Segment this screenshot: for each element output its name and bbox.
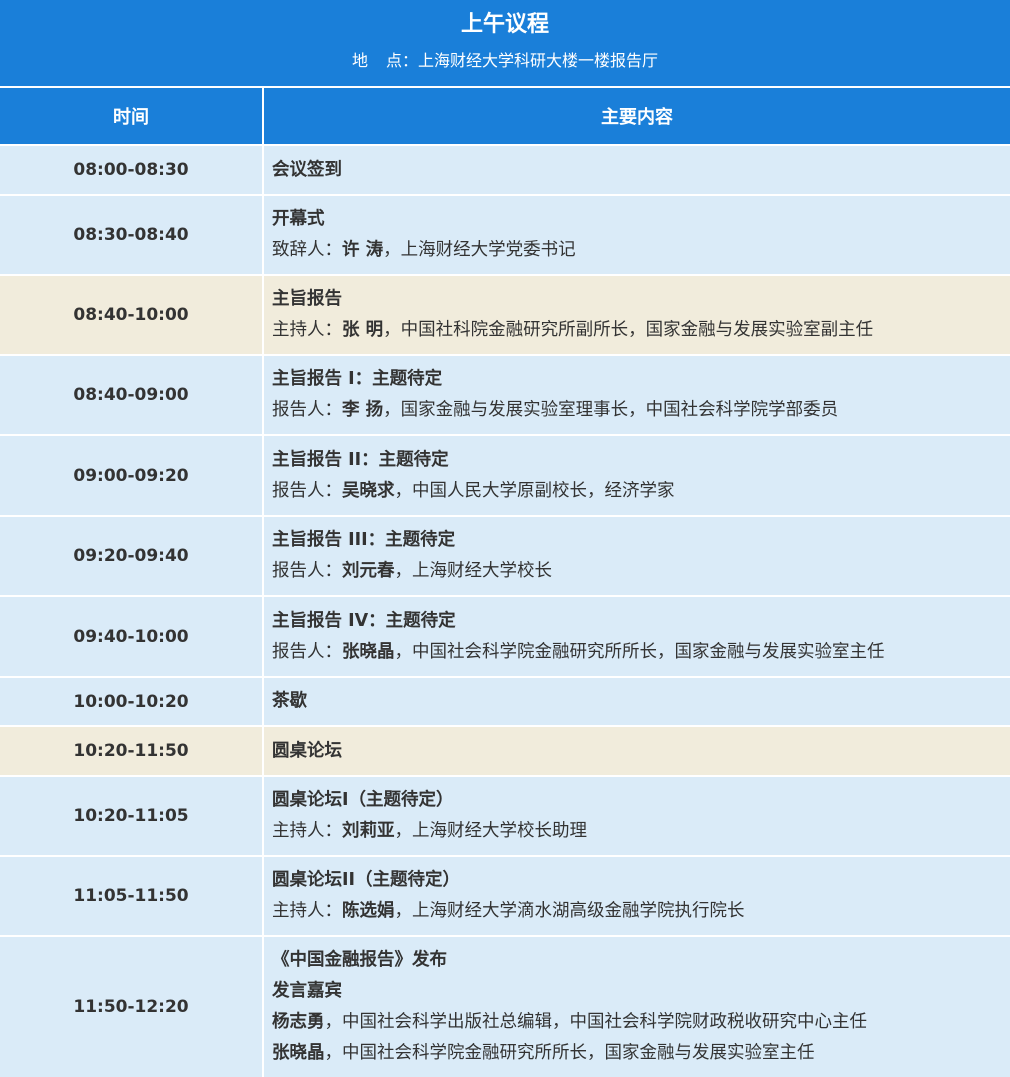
row-content: 主旨报告 主持人：张 明，中国社科院金融研究所副所长，国家金融与发展实验室副主任 [264, 276, 1010, 354]
table-row: 08:40-09:00 主旨报告 I：主题待定 报告人：李 扬，国家金融与发展实… [0, 354, 1010, 434]
person-desc: ，中国社会科学院金融研究所所长，国家金融与发展实验室主任 [324, 1043, 815, 1063]
table-row: 08:00-08:30 会议签到 [0, 144, 1010, 194]
table-row: 09:20-09:40 主旨报告 III：主题待定 报告人：刘元春，上海财经大学… [0, 515, 1010, 595]
column-header-time: 时间 [0, 88, 264, 144]
row-title: 《中国金融报告》发布 [272, 950, 447, 970]
row-content: 圆桌论坛II（主题待定） 主持人：陈选娟，上海财经大学滴水湖高级金融学院执行院长 [264, 857, 1010, 935]
person-name: 许 涛 [342, 240, 384, 260]
venue-value: 上海财经大学科研大楼一楼报告厅 [418, 51, 659, 70]
row-time: 10:20-11:50 [0, 727, 264, 775]
role-label: 主持人： [272, 320, 342, 340]
row-content: 会议签到 [264, 146, 1010, 194]
person-name: 刘莉亚 [342, 821, 395, 841]
row-detail: 主持人：陈选娟，上海财经大学滴水湖高级金融学院执行院长 [272, 896, 1010, 927]
row-content: 《中国金融报告》发布 发言嘉宾 杨志勇，中国社会科学出版社总编辑，中国社会科学院… [264, 937, 1010, 1077]
row-time: 09:00-09:20 [0, 436, 264, 515]
row-title: 会议签到 [272, 159, 342, 180]
role-label: 致辞人： [272, 240, 342, 260]
role-label: 报告人： [272, 480, 342, 501]
table-row: 09:00-09:20 主旨报告 II：主题待定 报告人：吴晓求，中国人民大学原… [0, 434, 1010, 515]
person-desc: ，上海财经大学党委书记 [383, 240, 576, 260]
row-content: 茶歇 [264, 678, 1010, 725]
row-time: 08:40-09:00 [0, 356, 264, 434]
row-detail: 报告人：张晓晶，中国社会科学院金融研究所所长，国家金融与发展实验室主任 [272, 637, 1010, 668]
table-row: 11:05-11:50 圆桌论坛II（主题待定） 主持人：陈选娟，上海财经大学滴… [0, 855, 1010, 935]
venue-label-b: 点： [385, 51, 418, 70]
row-title: 主旨报告 III：主题待定 [272, 530, 456, 550]
row-detail: 报告人：李 扬，国家金融与发展实验室理事长，中国社会科学院学部委员 [272, 395, 1010, 426]
table-row: 10:00-10:20 茶歇 [0, 676, 1010, 725]
row-content: 主旨报告 II：主题待定 报告人：吴晓求，中国人民大学原副校长，经济学家 [264, 436, 1010, 515]
row-detail: 杨志勇，中国社会科学出版社总编辑，中国社会科学院财政税收研究中心主任 [272, 1007, 1010, 1038]
row-subtitle: 发言嘉宾 [272, 981, 342, 1001]
role-label: 主持人： [272, 901, 342, 921]
person-desc: ，中国人民大学原副校长，经济学家 [394, 480, 675, 501]
row-title: 圆桌论坛 [272, 740, 342, 761]
agenda-header: 上午议程 地点：上海财经大学科研大楼一楼报告厅 [0, 0, 1010, 88]
role-label: 主持人： [272, 821, 342, 841]
person-desc: ，上海财经大学滴水湖高级金融学院执行院长 [394, 901, 745, 921]
venue-line: 地点：上海财经大学科研大楼一楼报告厅 [0, 50, 1010, 72]
role-label: 报告人： [272, 641, 342, 662]
row-time: 08:30-08:40 [0, 196, 264, 274]
row-detail: 报告人：吴晓求，中国人民大学原副校长，经济学家 [272, 476, 1010, 507]
role-label: 报告人： [272, 561, 342, 581]
row-time: 11:50-12:20 [0, 937, 264, 1077]
row-time: 08:40-10:00 [0, 276, 264, 354]
person-desc: ，国家金融与发展实验室理事长，中国社会科学院学部委员 [383, 400, 839, 420]
row-title: 圆桌论坛II（主题待定） [272, 870, 461, 890]
row-title: 茶歇 [272, 691, 307, 711]
row-title: 主旨报告 II：主题待定 [272, 449, 449, 470]
venue-label-a: 地 [351, 51, 368, 70]
person-name: 刘元春 [342, 561, 395, 581]
row-content: 圆桌论坛I（主题待定） 主持人：刘莉亚，上海财经大学校长助理 [264, 777, 1010, 855]
role-label: 报告人： [272, 400, 342, 420]
row-detail: 主持人：张 明，中国社科院金融研究所副所长，国家金融与发展实验室副主任 [272, 315, 1010, 346]
row-title: 主旨报告 [272, 289, 342, 309]
row-content: 开幕式 致辞人：许 涛，上海财经大学党委书记 [264, 196, 1010, 274]
row-title: 开幕式 [272, 209, 325, 229]
table-row: 08:40-10:00 主旨报告 主持人：张 明，中国社科院金融研究所副所长，国… [0, 274, 1010, 354]
person-desc: ，中国社科院金融研究所副所长，国家金融与发展实验室副主任 [383, 320, 874, 340]
row-content: 圆桌论坛 [264, 727, 1010, 775]
person-name: 张晓晶 [342, 641, 395, 662]
table-row: 10:20-11:50 圆桌论坛 [0, 725, 1010, 775]
table-row: 09:40-10:00 主旨报告 IV：主题待定 报告人：张晓晶，中国社会科学院… [0, 595, 1010, 676]
person-name: 张 明 [342, 320, 384, 340]
table-row: 08:30-08:40 开幕式 致辞人：许 涛，上海财经大学党委书记 [0, 194, 1010, 274]
row-detail: 张晓晶，中国社会科学院金融研究所所长，国家金融与发展实验室主任 [272, 1038, 1010, 1069]
row-time: 09:40-10:00 [0, 597, 264, 676]
person-desc: ，上海财经大学校长助理 [394, 821, 588, 841]
person-desc: ，上海财经大学校长 [394, 561, 553, 581]
person-name: 陈选娟 [342, 901, 395, 921]
person-name: 李 扬 [342, 400, 384, 420]
agenda-title: 上午议程 [460, 12, 549, 37]
row-content: 主旨报告 IV：主题待定 报告人：张晓晶，中国社会科学院金融研究所所长，国家金融… [264, 597, 1010, 676]
column-header-content: 主要内容 [601, 107, 673, 128]
row-title: 圆桌论坛I（主题待定） [272, 790, 454, 810]
row-detail: 报告人：刘元春，上海财经大学校长 [272, 556, 1010, 587]
table-header: 时间 主要内容 [0, 88, 1010, 144]
row-time: 11:05-11:50 [0, 857, 264, 935]
row-time: 10:20-11:05 [0, 777, 264, 855]
row-title: 主旨报告 I：主题待定 [272, 369, 443, 389]
person-name: 张晓晶 [272, 1043, 325, 1063]
row-detail: 主持人：刘莉亚，上海财经大学校长助理 [272, 816, 1010, 847]
table-row: 10:20-11:05 圆桌论坛I（主题待定） 主持人：刘莉亚，上海财经大学校长… [0, 775, 1010, 855]
row-time: 08:00-08:30 [0, 146, 264, 194]
row-content: 主旨报告 I：主题待定 报告人：李 扬，国家金融与发展实验室理事长，中国社会科学… [264, 356, 1010, 434]
person-name: 杨志勇 [272, 1012, 325, 1032]
person-name: 吴晓求 [342, 480, 395, 501]
table-row: 11:50-12:20 《中国金融报告》发布 发言嘉宾 杨志勇，中国社会科学出版… [0, 935, 1010, 1077]
row-detail: 致辞人：许 涛，上海财经大学党委书记 [272, 235, 1010, 266]
row-content: 主旨报告 III：主题待定 报告人：刘元春，上海财经大学校长 [264, 517, 1010, 595]
row-title: 主旨报告 IV：主题待定 [272, 610, 456, 631]
row-time: 09:20-09:40 [0, 517, 264, 595]
person-desc: ，中国社会科学出版社总编辑，中国社会科学院财政税收研究中心主任 [324, 1012, 868, 1032]
row-time: 10:00-10:20 [0, 678, 264, 725]
person-desc: ，中国社会科学院金融研究所所长，国家金融与发展实验室主任 [394, 641, 885, 662]
